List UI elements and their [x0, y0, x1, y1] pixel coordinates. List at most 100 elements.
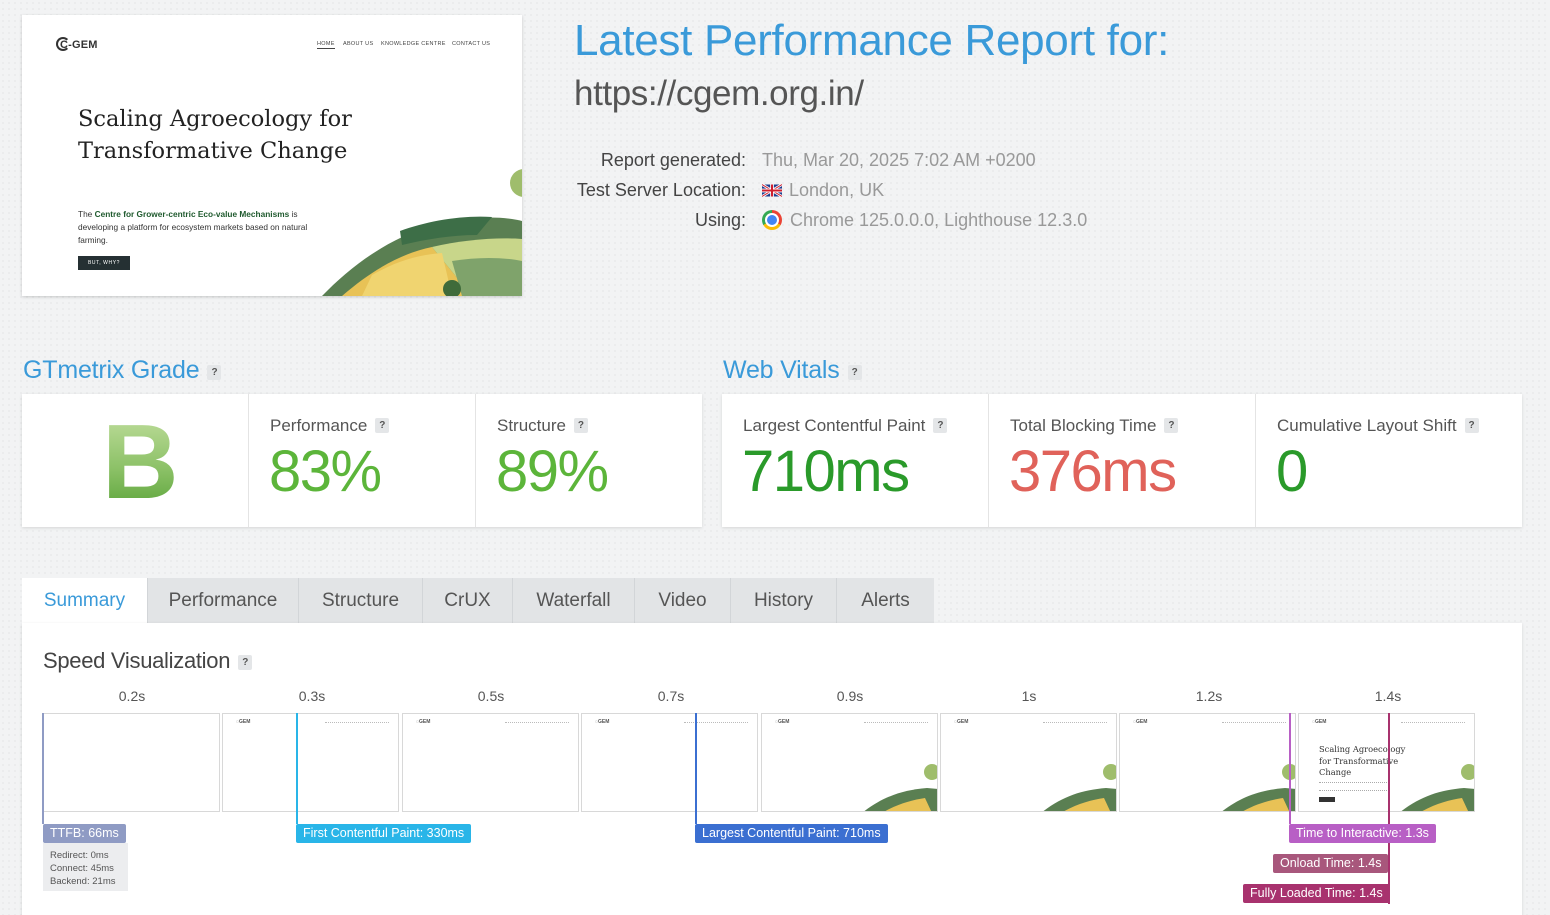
report-generated-label: Report generated:	[600, 150, 746, 170]
ttfb-tag: TTFB: 66ms	[43, 824, 126, 843]
frame-time-label: 0.3s	[298, 688, 326, 704]
site-hero-title: Scaling Agroecology for Transformative C…	[78, 106, 352, 164]
speed-visualization-title: Speed Visualization?	[43, 648, 253, 674]
frame-time-label: 0.2s	[118, 688, 146, 704]
filmstrip-frame[interactable]: ◌GEM	[581, 713, 758, 812]
lcp-marker	[695, 713, 697, 824]
frame-time-label: 1s	[1021, 688, 1037, 704]
frame-logo-icon: ◌GEM	[416, 719, 431, 725]
grade-card: B Performance? 83% Structure? 89%	[22, 394, 702, 527]
ttfb-redirect: Redirect: 0ms	[50, 850, 109, 861]
frame-time-label: 0.9s	[836, 688, 864, 704]
tbt-cell: Total Blocking Time? 376ms	[988, 394, 1255, 527]
speed-help-icon[interactable]: ?	[238, 655, 253, 670]
lcp-tag: Largest Contentful Paint: 710ms	[695, 824, 888, 843]
filmstrip-frame[interactable]: ◌GEM	[1119, 713, 1296, 812]
tbt-value: 376ms	[1009, 439, 1177, 504]
site-logo: C-GEM	[56, 37, 98, 51]
frame-logo-icon: ◌GEM	[775, 719, 790, 725]
site-nav-about: ABOUT US	[343, 41, 374, 47]
report-title: Latest Performance Report for:	[574, 16, 1170, 65]
frame-time-label: 1.2s	[1195, 688, 1223, 704]
tab-crux[interactable]: CrUX	[423, 578, 513, 623]
frame-hills-icon	[1222, 764, 1295, 811]
gtmetrix-grade-heading: GTmetrix Grade?	[23, 356, 222, 385]
site-nav-contact: CONTACT US	[452, 41, 491, 47]
frame-hills-icon	[1401, 764, 1474, 811]
report-tabs: Summary Performance Structure CrUX Water…	[22, 578, 934, 623]
farm-hills-illustration	[322, 169, 522, 296]
site-nav-knowledge: KNOWLEDGE CENTRE	[381, 41, 446, 47]
tab-history[interactable]: History	[731, 578, 837, 623]
tab-alerts[interactable]: Alerts	[837, 578, 934, 623]
filmstrip-frame[interactable]: ◌GEM	[402, 713, 579, 812]
ttfb-marker	[42, 713, 44, 824]
ttfb-breakdown: Redirect: 0ms Connect: 45ms Backend: 21m…	[43, 843, 128, 891]
tab-summary[interactable]: Summary	[22, 578, 148, 623]
fcp-tag: First Contentful Paint: 330ms	[296, 824, 472, 843]
frame-hills-icon	[864, 764, 937, 811]
web-vitals-heading: Web Vitals?	[723, 356, 862, 385]
lcp-label: Largest Contentful Paint?	[743, 416, 948, 436]
site-cta-button: BUT, WHY?	[78, 256, 130, 270]
frame-logo-icon: ◌GEM	[1133, 719, 1148, 725]
site-subtitle: The Centre for Grower-centric Eco-value …	[78, 209, 308, 245]
grade-letter: B	[102, 403, 179, 521]
structure-value: 89%	[496, 439, 609, 504]
server-location-value: London, UK	[762, 180, 884, 201]
using-label: Using:	[694, 210, 746, 230]
site-screenshot[interactable]: C-GEM HOME ABOUT US KNOWLEDGE CENTRE CON…	[22, 15, 522, 296]
tbt-label: Total Blocking Time?	[1010, 416, 1179, 436]
cls-cell: Cumulative Layout Shift? 0	[1255, 394, 1522, 527]
tab-structure[interactable]: Structure	[299, 578, 423, 623]
frame-logo-icon: ◌GEM	[1312, 719, 1327, 725]
grade-help-icon[interactable]: ?	[207, 365, 222, 380]
lcp-cell: Largest Contentful Paint? 710ms	[722, 394, 989, 527]
frame-logo-icon: ◌GEM	[954, 719, 969, 725]
tab-video[interactable]: Video	[635, 578, 731, 623]
performance-value: 83%	[269, 439, 382, 504]
report-url[interactable]: https://cgem.org.in/	[574, 74, 864, 114]
tab-waterfall[interactable]: Waterfall	[513, 578, 635, 623]
performance-help-icon[interactable]: ?	[375, 418, 390, 433]
frame-time-label: 0.7s	[657, 688, 685, 704]
cls-label: Cumulative Layout Shift?	[1277, 416, 1479, 436]
fully-loaded-tag: Fully Loaded Time: 1.4s	[1243, 884, 1390, 903]
tbt-help-icon[interactable]: ?	[1164, 418, 1179, 433]
filmstrip-frame[interactable]: ◌GEM	[222, 713, 399, 812]
lcp-value: 710ms	[742, 439, 910, 504]
chrome-icon	[762, 210, 782, 230]
tti-tag: Time to Interactive: 1.3s	[1289, 824, 1436, 843]
lcp-help-icon[interactable]: ?	[933, 418, 948, 433]
onload-tag: Onload Time: 1.4s	[1273, 854, 1389, 873]
fully-loaded-marker	[1388, 713, 1390, 904]
fcp-marker	[296, 713, 298, 824]
cls-value: 0	[1276, 439, 1308, 504]
structure-label: Structure?	[497, 416, 588, 436]
vitals-help-icon[interactable]: ?	[847, 365, 862, 380]
filmstrip-frame[interactable]: ◌GEM	[761, 713, 938, 812]
frame-time-label: 1.4s	[1374, 688, 1402, 704]
filmstrip-frame[interactable]: ◌GEM Scaling Agroecology for Transformat…	[1298, 713, 1475, 812]
performance-label: Performance?	[270, 416, 390, 436]
tab-performance[interactable]: Performance	[148, 578, 299, 623]
performance-cell: Performance? 83%	[248, 394, 475, 527]
frame-time-label: 0.5s	[477, 688, 505, 704]
structure-help-icon[interactable]: ?	[573, 418, 588, 433]
frame-logo-icon: ◌GEM	[236, 719, 251, 725]
structure-cell: Structure? 89%	[475, 394, 702, 527]
frame-logo-icon: ◌GEM	[595, 719, 610, 725]
filmstrip-frame[interactable]: ◌GEM	[940, 713, 1117, 812]
grade-letter-cell: B	[22, 394, 249, 527]
report-generated-value: Thu, Mar 20, 2025 7:02 AM +0200	[762, 150, 1036, 170]
ttfb-connect: Connect: 45ms	[50, 863, 114, 874]
frame-hills-icon	[1043, 764, 1116, 811]
server-location-label: Test Server Location:	[576, 180, 746, 200]
vitals-card: Largest Contentful Paint? 710ms Total Bl…	[722, 394, 1522, 527]
site-nav-home: HOME	[317, 41, 335, 49]
uk-flag-icon	[762, 184, 782, 197]
ttfb-backend: Backend: 21ms	[50, 876, 116, 887]
tti-marker	[1289, 713, 1291, 824]
cls-help-icon[interactable]: ?	[1464, 418, 1479, 433]
filmstrip-frame[interactable]	[43, 713, 220, 812]
